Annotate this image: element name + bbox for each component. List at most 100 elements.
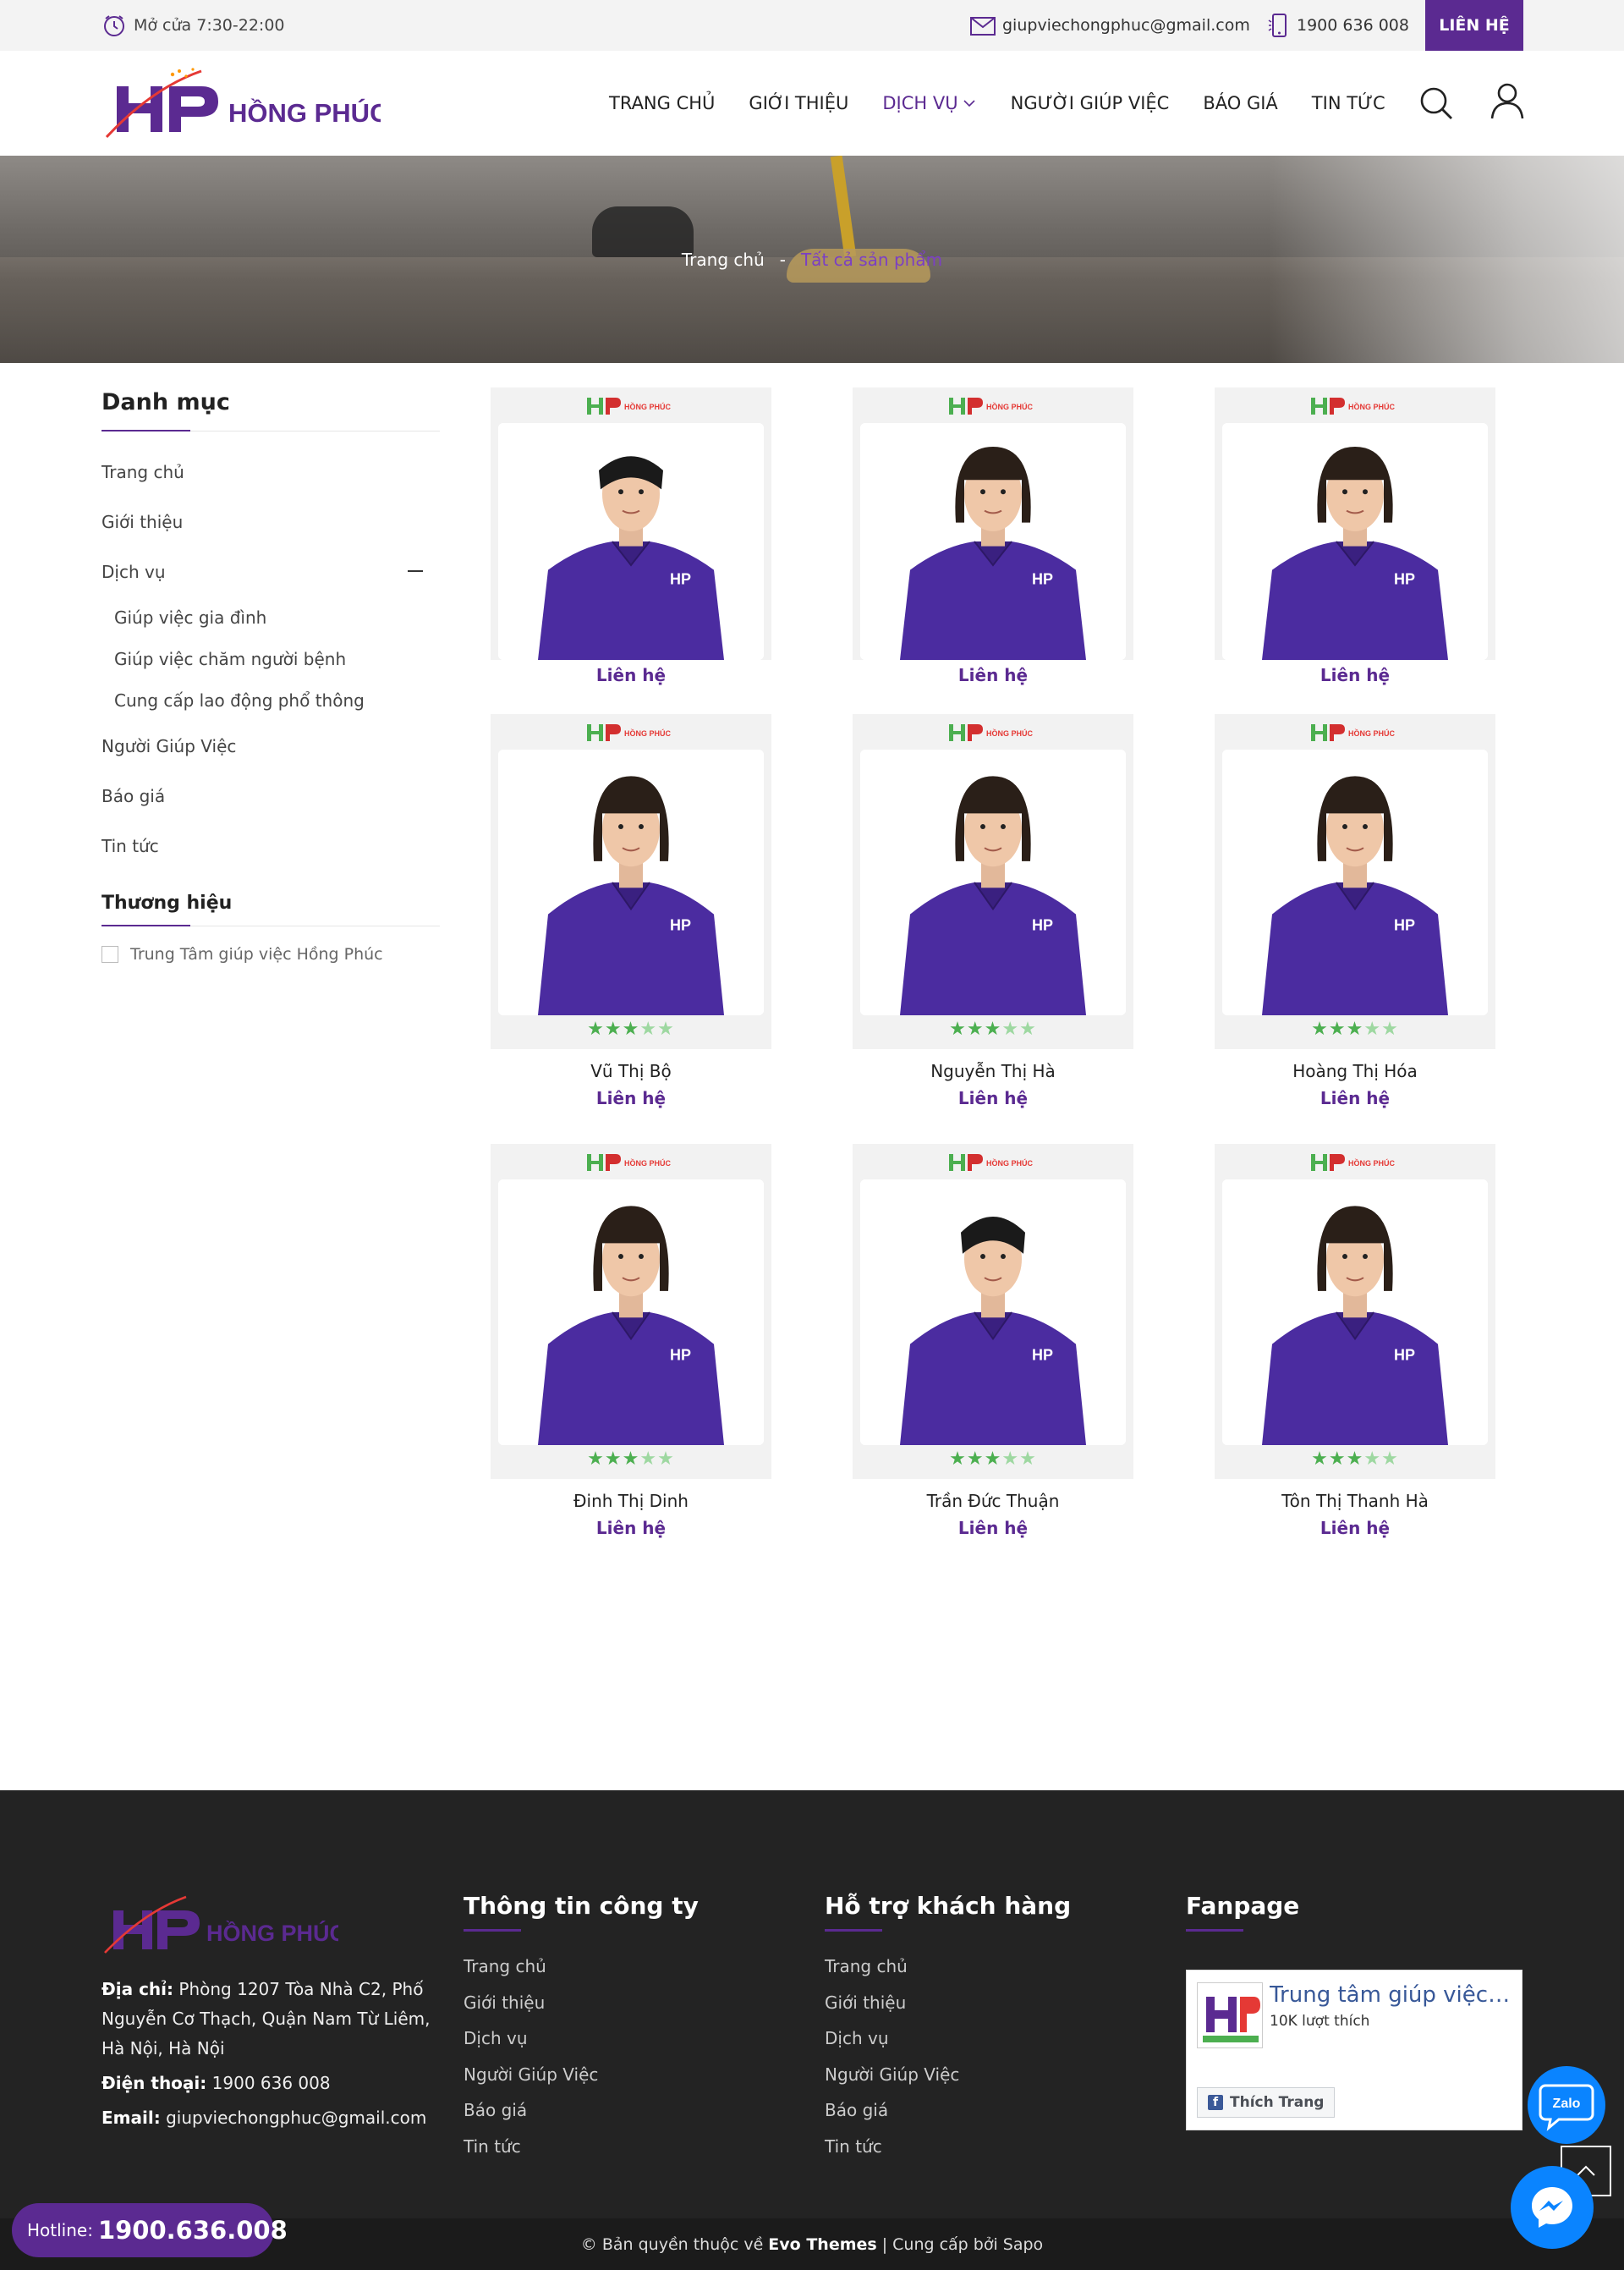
footer-link[interactable]: Tin tức (825, 2129, 1129, 2165)
product-card[interactable]: HỒNG PHÚC HP ★★★★★ Nguyễn Thị Hà Liên hệ (853, 714, 1133, 1120)
footer-link[interactable]: Giới thiệu (825, 1985, 1129, 2021)
account-button[interactable] (1489, 81, 1526, 124)
footer-address: Địa chỉ: Phòng 1207 Tòa Nhà C2, Phố Nguy… (102, 1979, 431, 2058)
theme-link[interactable]: Evo Themes (768, 2235, 876, 2254)
facebook-page-widget[interactable]: Trung tâm giúp việc Hồng Phúc 10K lượt t… (1186, 1970, 1522, 2130)
product-name[interactable]: Hoàng Thị Hóa (1215, 1061, 1495, 1081)
breadcrumb-current: Tất cả sản phẩm (800, 249, 943, 270)
chevron-down-icon (963, 100, 975, 107)
brand-filter[interactable]: Trung Tâm giúp việc Hồng Phúc (102, 945, 440, 964)
brand-watermark: HỒNG PHÚC (947, 394, 1040, 418)
nav-home[interactable]: TRANG CHỦ (609, 93, 715, 113)
topbar-phone[interactable]: 1900 636 008 (1266, 0, 1409, 51)
sidebar-item[interactable]: Giúp việc chăm người bệnh (102, 638, 440, 679)
sidebar-item[interactable]: Trang chủ (102, 447, 440, 497)
product-price: Liên hệ (957, 1518, 1029, 1538)
footer-phone[interactable]: Điện thoại: 1900 636 008 (102, 2069, 431, 2098)
product-price: Liên hệ (595, 665, 667, 685)
phone-icon (1268, 14, 1287, 37)
footer-fanpage-title: Fanpage (1186, 1892, 1490, 1932)
sidebar-item[interactable]: Dịch vụ (102, 547, 440, 596)
product-card[interactable]: HỒNG PHÚC HP ★★★★★ Vũ Thị Bộ Liên hệ (491, 714, 771, 1120)
clock-icon (104, 15, 124, 36)
topbar-email[interactable]: giupviechongphuc@gmail.com (968, 0, 1250, 51)
product-photo[interactable]: HỒNG PHÚC HP (1215, 714, 1495, 1049)
svg-text:HỒNG PHÚC: HỒNG PHÚC (1348, 728, 1396, 738)
breadcrumb-home[interactable]: Trang chủ (682, 250, 765, 270)
zalo-chat-button[interactable]: Zalo (1528, 2066, 1605, 2144)
footer-link[interactable]: Trang chủ (825, 1948, 1129, 1985)
footer-link[interactable]: Báo giá (464, 2092, 768, 2129)
product-price: Liên hệ (957, 1088, 1029, 1108)
product-photo[interactable]: HỒNG PHÚC HP (853, 387, 1133, 660)
product-photo[interactable]: HỒNG PHÚC HP (491, 1144, 771, 1479)
footer-email[interactable]: Email: giupviechongphuc@gmail.com (102, 2103, 431, 2133)
footer-link[interactable]: Dịch vụ (825, 2020, 1129, 2057)
collapse-icon[interactable] (408, 570, 423, 572)
hotline-button[interactable]: Hotline: 1900.636.008 (12, 2203, 288, 2257)
brand-watermark: HỒNG PHÚC (1309, 394, 1402, 418)
footer-link[interactable]: Tin tức (464, 2129, 768, 2165)
contact-button[interactable]: LIÊN HỆ (1425, 0, 1523, 51)
sidebar-item[interactable]: Báo giá (102, 771, 440, 821)
footer-link[interactable]: Người Giúp Việc (825, 2057, 1129, 2093)
messenger-chat-button[interactable] (1511, 2166, 1594, 2249)
site-logo[interactable]: HỒNG PHÚC (102, 63, 388, 144)
nav-pricing[interactable]: BÁO GIÁ (1203, 93, 1277, 113)
sidebar-item[interactable]: Cung cấp lao động phổ thông (102, 679, 440, 721)
helper-photo: HP (860, 750, 1126, 1015)
svg-text:HP: HP (1394, 917, 1415, 934)
svg-text:HỒNG PHÚC: HỒNG PHÚC (986, 402, 1034, 411)
helper-photo: HP (1222, 423, 1488, 660)
nav-about[interactable]: GIỚI THIỆU (749, 93, 848, 113)
product-name[interactable]: Tôn Thị Thanh Hà (1215, 1491, 1495, 1511)
nav-news[interactable]: TIN TỨC (1312, 93, 1385, 113)
svg-text:HỒNG PHÚC: HỒNG PHÚC (624, 402, 672, 411)
product-name[interactable]: Nguyễn Thị Hà (853, 1061, 1133, 1081)
product-price: Liên hệ (1320, 665, 1391, 685)
product-name[interactable]: Trần Đức Thuận (853, 1491, 1133, 1511)
sidebar-item[interactable]: Giới thiệu (102, 497, 440, 547)
nav-helpers[interactable]: NGƯỜI GIÚP VIỆC (1011, 93, 1170, 113)
product-price: Liên hệ (595, 1518, 667, 1538)
footer-link[interactable]: Dịch vụ (464, 2020, 768, 2057)
product-card[interactable]: HỒNG PHÚC HP Liên hệ (491, 387, 771, 685)
brand-checkbox[interactable] (102, 946, 118, 963)
product-card[interactable]: HỒNG PHÚC HP ★★★★★ Tôn Thị Thanh Hà Liên h… (1215, 1144, 1495, 1550)
product-name[interactable]: Vũ Thị Bộ (491, 1061, 771, 1081)
product-photo[interactable]: HỒNG PHÚC HP (491, 714, 771, 1049)
footer-link[interactable]: Trang chủ (464, 1948, 768, 1985)
helper-photo: HP (1222, 750, 1488, 1015)
product-card[interactable]: HỒNG PHÚC HP ★★★★★ Đinh Thị Dinh Liên hệ (491, 1144, 771, 1550)
nav-services[interactable]: DỊCH VỤ (882, 93, 976, 113)
sidebar-item[interactable]: Người Giúp Việc (102, 721, 440, 771)
footer-logo[interactable]: HỒNG PHÚC (102, 1890, 346, 1958)
product-photo[interactable]: HỒNG PHÚC HP (853, 1144, 1133, 1479)
svg-text:HỒNG PHÚC: HỒNG PHÚC (986, 1158, 1034, 1168)
product-card[interactable]: HỒNG PHÚC HP ★★★★★ Hoàng Thị Hóa Liên hệ (1215, 714, 1495, 1120)
search-button[interactable] (1418, 85, 1455, 125)
footer-link[interactable]: Giới thiệu (464, 1985, 768, 2021)
svg-text:HP: HP (1032, 1347, 1053, 1364)
svg-text:HP: HP (1394, 570, 1415, 587)
product-card[interactable]: HỒNG PHÚC HP Liên hệ (1215, 387, 1495, 685)
sidebar-item[interactable]: Giúp việc gia đình (102, 596, 440, 638)
footer-fanpage-column: Fanpage (1186, 1892, 1490, 1932)
product-photo[interactable]: HỒNG PHÚC HP (1215, 1144, 1495, 1479)
like-page-button[interactable]: f Thích Trang (1197, 2087, 1336, 2118)
svg-text:HP: HP (1394, 1347, 1415, 1364)
fanpage-avatar[interactable] (1197, 1982, 1263, 2048)
product-photo[interactable]: HỒNG PHÚC HP (853, 714, 1133, 1049)
svg-text:HP: HP (670, 1347, 691, 1364)
fanpage-name[interactable]: Trung tâm giúp việc Hồng Phúc (1270, 1982, 1515, 2008)
footer-link[interactable]: Báo giá (825, 2092, 1129, 2129)
product-card[interactable]: HỒNG PHÚC HP ★★★★★ Trần Đức Thuận Liên hệ (853, 1144, 1133, 1550)
rating-stars: ★★★★★ (949, 1448, 1037, 1470)
footer-link[interactable]: Người Giúp Việc (464, 2057, 768, 2093)
category-list: Trang chủ Giới thiệu Dịch vụ Giúp việc gia … (102, 447, 440, 871)
product-photo[interactable]: HỒNG PHÚC HP (1215, 387, 1495, 660)
product-name[interactable]: Đinh Thị Dinh (491, 1491, 771, 1511)
product-card[interactable]: HỒNG PHÚC HP Liên hệ (853, 387, 1133, 685)
sidebar-item[interactable]: Tin tức (102, 821, 440, 871)
product-photo[interactable]: HỒNG PHÚC HP (491, 387, 771, 660)
